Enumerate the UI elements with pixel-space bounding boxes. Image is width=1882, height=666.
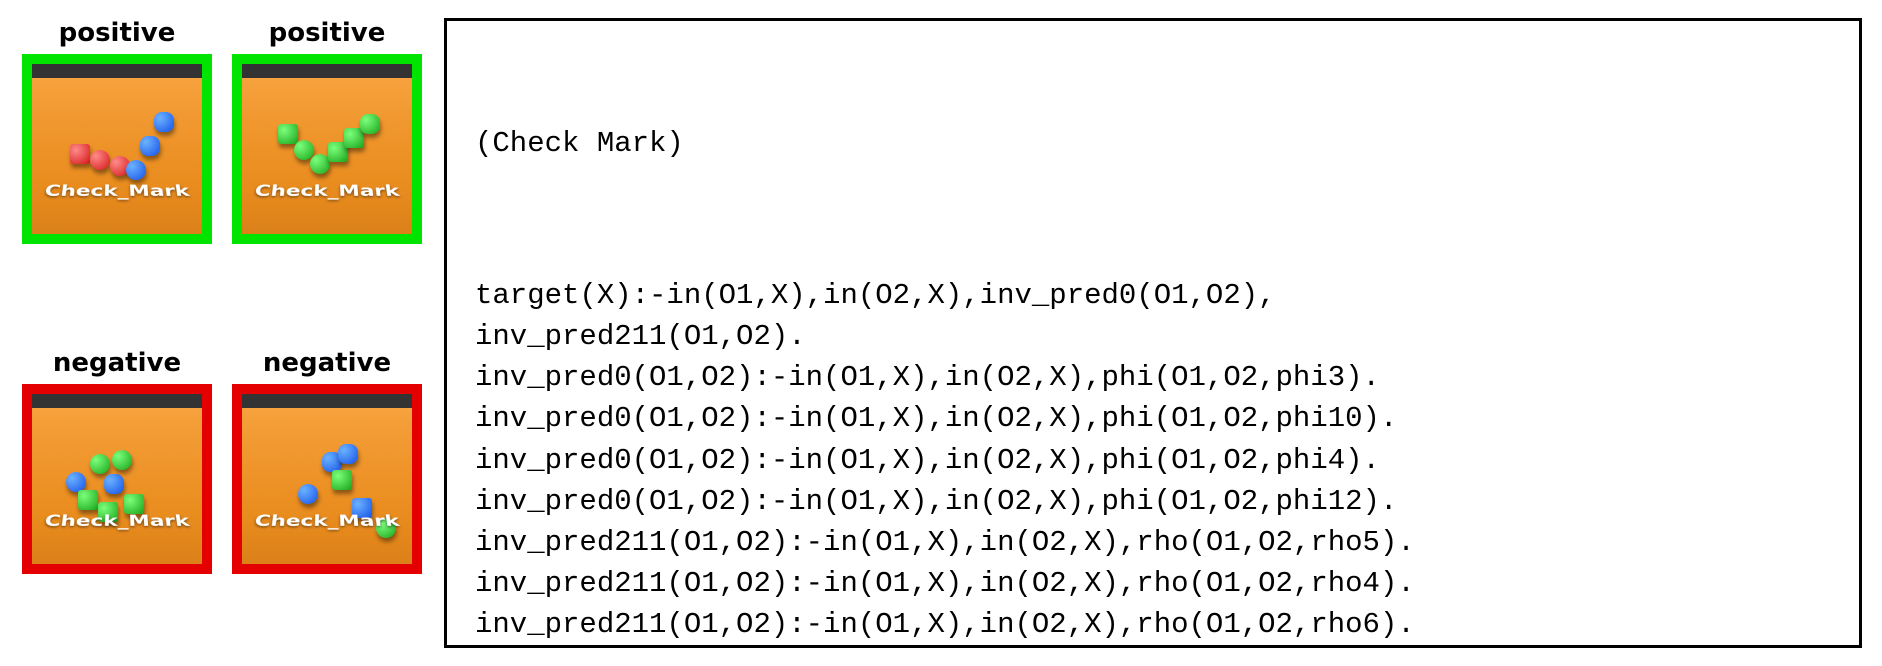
scene-object bbox=[112, 450, 132, 470]
scene-object bbox=[104, 474, 124, 494]
example-tile: Check_Mark bbox=[22, 384, 212, 574]
code-line: inv_pred211(O1,O2):-in(O1,X),in(O2,X),rh… bbox=[475, 604, 1831, 645]
code-line: target(X):-in(O1,X),in(O2,X),inv_pred0(O… bbox=[475, 275, 1831, 316]
example-tile: Check_Mark bbox=[22, 54, 212, 244]
example-positive-2: positive Check_Mark bbox=[232, 18, 422, 318]
scene-object bbox=[126, 160, 146, 180]
code-line: inv_pred0(O1,O2):-in(O1,X),in(O2,X),phi(… bbox=[475, 481, 1831, 522]
example-label: positive bbox=[269, 18, 386, 48]
code-line: inv_pred0(O1,O2):-in(O1,X),in(O2,X),phi(… bbox=[475, 357, 1831, 398]
code-line: inv_pred211(O1,O2):-in(O1,X),in(O2,X),rh… bbox=[475, 645, 1831, 648]
scene-object bbox=[66, 472, 86, 492]
scene-object bbox=[140, 136, 160, 156]
rendered-table bbox=[232, 408, 422, 574]
example-label: negative bbox=[53, 348, 181, 378]
code-line: inv_pred211(O1,O2). bbox=[475, 316, 1831, 357]
code-title: (Check Mark) bbox=[475, 123, 1831, 164]
scene-object bbox=[124, 494, 144, 514]
code-line: inv_pred211(O1,O2):-in(O1,X),in(O2,X),rh… bbox=[475, 563, 1831, 604]
scene-object bbox=[78, 490, 98, 510]
code-line: inv_pred0(O1,O2):-in(O1,X),in(O2,X),phi(… bbox=[475, 440, 1831, 481]
scene-object bbox=[360, 114, 380, 134]
example-tile: Check_Mark bbox=[232, 384, 422, 574]
examples-grid: positive Check_Mark positive bbox=[22, 18, 422, 648]
example-label: negative bbox=[263, 348, 391, 378]
scene-object bbox=[310, 154, 330, 174]
code-line: inv_pred211(O1,O2):-in(O1,X),in(O2,X),rh… bbox=[475, 522, 1831, 563]
figure-root: positive Check_Mark positive bbox=[0, 0, 1882, 666]
scene-object bbox=[90, 454, 110, 474]
tile-caption: Check_Mark bbox=[32, 513, 202, 530]
scene-object bbox=[278, 124, 298, 144]
code-body: target(X):-in(O1,X),in(O2,X),inv_pred0(O… bbox=[475, 275, 1831, 648]
tile-caption: Check_Mark bbox=[242, 513, 412, 530]
example-negative-2: negative Check_Mark bbox=[232, 348, 422, 648]
example-positive-1: positive Check_Mark bbox=[22, 18, 212, 318]
scene-object bbox=[298, 484, 318, 504]
scene-object bbox=[70, 144, 90, 164]
scene-object bbox=[338, 444, 358, 464]
scene-object bbox=[154, 112, 174, 132]
tile-caption: Check_Mark bbox=[32, 183, 202, 200]
code-panel: (Check Mark) target(X):-in(O1,X),in(O2,X… bbox=[444, 18, 1862, 648]
tile-caption: Check_Mark bbox=[242, 183, 412, 200]
scene-object bbox=[332, 470, 352, 490]
code-line: inv_pred0(O1,O2):-in(O1,X),in(O2,X),phi(… bbox=[475, 398, 1831, 439]
example-label: positive bbox=[59, 18, 176, 48]
example-tile: Check_Mark bbox=[232, 54, 422, 244]
scene-object bbox=[90, 150, 110, 170]
example-negative-1: negative Check_Mark bbox=[22, 348, 212, 648]
